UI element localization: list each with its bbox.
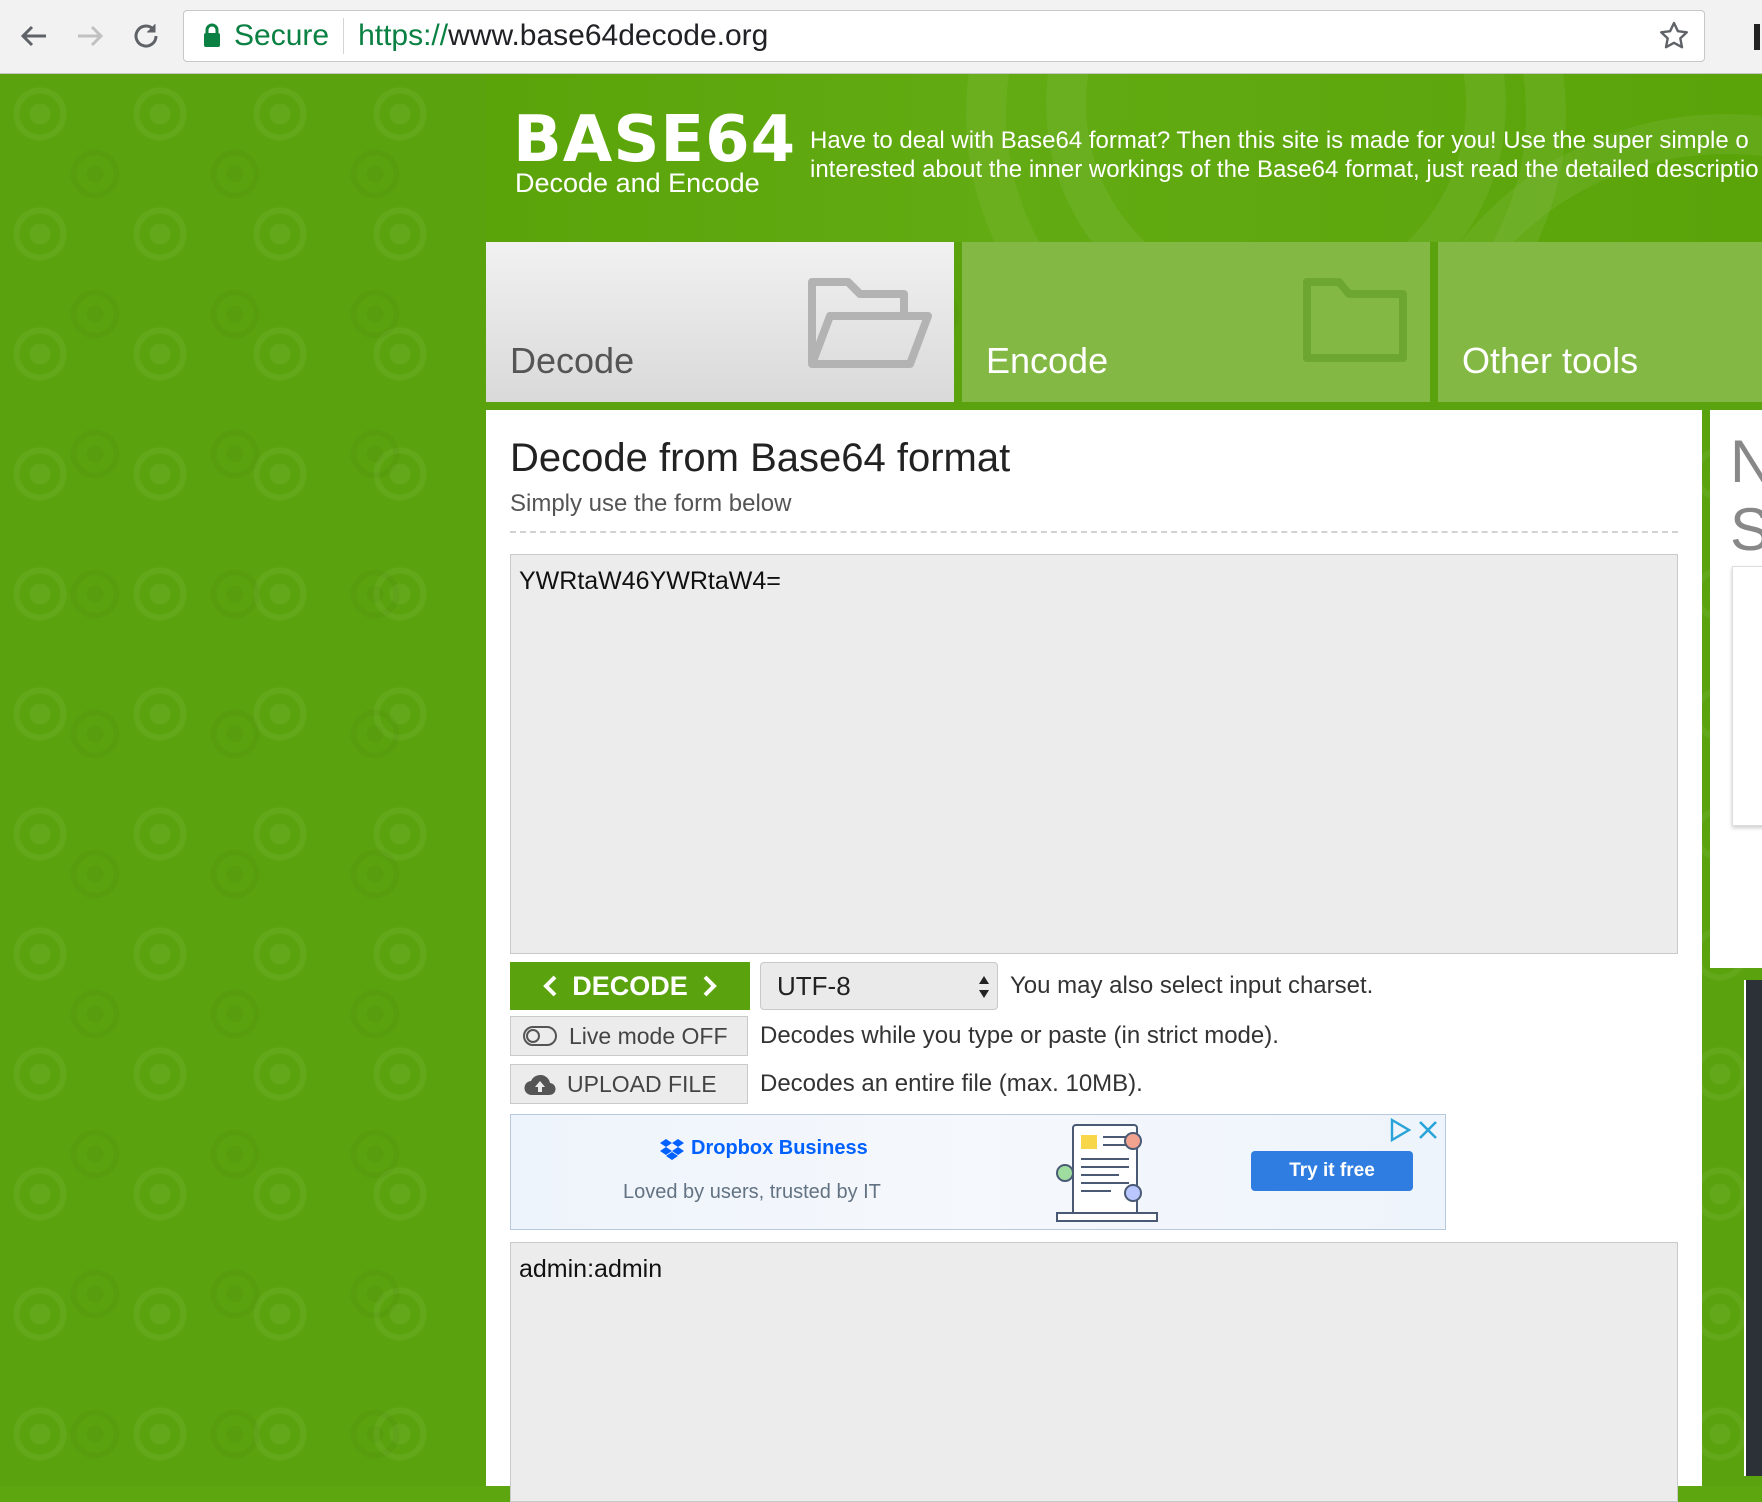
toggle-switch-icon	[523, 1026, 557, 1046]
cloud-upload-icon	[524, 1074, 556, 1096]
tab-encode[interactable]: Encode	[962, 242, 1430, 402]
lock-icon	[204, 23, 220, 47]
address-bar[interactable]: Secure https://www.base64decode.org	[183, 10, 1705, 62]
forward-button[interactable]	[68, 14, 112, 58]
ad-brand-name: Dropbox Business	[691, 1137, 868, 1159]
bookmark-star-icon[interactable]	[1658, 20, 1690, 52]
site-logo-subtitle: Decode and Encode	[515, 168, 760, 198]
ad-tagline: Loved by users, trusted by IT	[623, 1181, 881, 1203]
tab-decode[interactable]: Decode	[486, 242, 954, 402]
output-textarea[interactable]: admin:admin	[510, 1242, 1678, 1502]
page-title: Decode from Base64 format	[510, 436, 1011, 480]
omnibox-divider	[343, 18, 345, 54]
url-host: www.base64decode.org	[448, 19, 769, 52]
divider	[510, 531, 1678, 533]
upload-file-label: UPLOAD FILE	[567, 1070, 717, 1097]
reload-icon	[134, 24, 158, 48]
tab-other-tools[interactable]: Other tools	[1438, 242, 1762, 402]
site-tagline: Have to deal with Base64 format? Then th…	[810, 126, 1762, 184]
decode-panel: Decode from Base64 format Simply use the…	[486, 410, 1702, 1502]
ad-choices-icon[interactable]	[1387, 1117, 1413, 1143]
upload-help-text: Decodes an entire file (max. 10MB).	[760, 1070, 1143, 1097]
url-scheme: https://	[358, 19, 449, 52]
secure-label: Secure	[234, 19, 330, 52]
url-text: https://www.base64decode.org	[358, 19, 768, 53]
ad-cta-button[interactable]: Try it free	[1251, 1151, 1413, 1191]
folder-open-icon	[808, 278, 932, 368]
charset-select[interactable]: UTF-8	[760, 962, 998, 1010]
close-icon[interactable]	[1415, 1117, 1441, 1143]
browser-toolbar: Secure https://www.base64decode.org	[0, 0, 1762, 74]
side-letter-1: N	[1730, 428, 1762, 495]
arrow-right-icon	[78, 25, 104, 47]
side-letter-2: S	[1730, 496, 1762, 563]
live-mode-label: Live mode OFF	[569, 1022, 728, 1049]
decode-button-label: DECODE	[572, 970, 688, 1001]
dropbox-logo-icon	[660, 1138, 684, 1160]
tab-other-tools-label: Other tools	[1462, 340, 1639, 381]
decode-button[interactable]: DECODE	[510, 962, 750, 1010]
charset-help-text: You may also select input charset.	[1010, 972, 1374, 999]
tagline-line-1: Have to deal with Base64 format? Then th…	[810, 127, 1749, 154]
ad-brand: Dropbox Business	[659, 1137, 868, 1160]
side-image	[1744, 980, 1762, 1476]
live-mode-toggle[interactable]: Live mode OFF	[510, 1016, 748, 1056]
charset-selected-value: UTF-8	[777, 970, 851, 1001]
tab-decode-label: Decode	[510, 340, 635, 381]
side-card-inner	[1732, 566, 1762, 826]
ad-illustration-icon	[1056, 1124, 1158, 1222]
side-card: N S	[1710, 410, 1762, 968]
site-logo[interactable]: BASE64	[513, 104, 796, 176]
chevron-right-icon	[703, 975, 717, 997]
tab-encode-label: Encode	[986, 340, 1109, 381]
chevron-left-icon	[543, 975, 557, 997]
reload-button[interactable]	[124, 14, 168, 58]
page-subtitle: Simply use the form below	[510, 490, 792, 517]
folder-icon	[1303, 278, 1407, 362]
advertisement-banner[interactable]: Dropbox Business Loved by users, trusted…	[510, 1114, 1446, 1230]
input-textarea[interactable]: YWRtaW46YWRtaW4=	[510, 554, 1678, 954]
extension-icon[interactable]	[1754, 24, 1760, 50]
live-mode-help-text: Decodes while you type or paste (in stri…	[760, 1022, 1279, 1049]
select-arrows-icon	[979, 976, 989, 998]
side-card-heading: N S	[1730, 428, 1762, 564]
arrow-left-icon	[20, 25, 46, 47]
back-button[interactable]	[12, 14, 56, 58]
tagline-line-2: interested about the inner workings of t…	[810, 156, 1759, 183]
upload-file-button[interactable]: UPLOAD FILE	[510, 1064, 748, 1104]
